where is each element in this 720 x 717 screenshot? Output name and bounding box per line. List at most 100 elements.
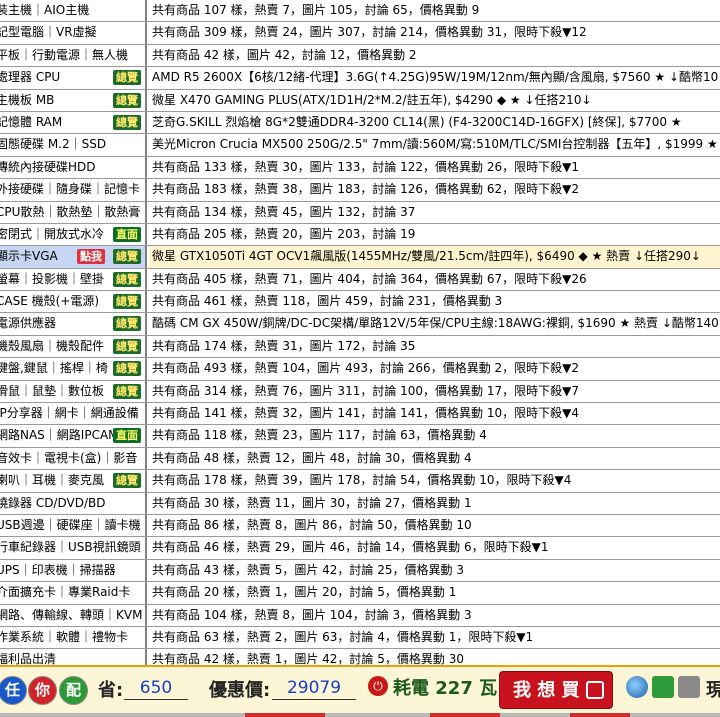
category-label[interactable]: USB週邊｜硬碟座｜讀卡機 (0, 514, 147, 537)
category-row[interactable]: 機殼風扇｜機殼配件 總覽 共有商品 174 樣，熱賣 31，圖片 172，討論 35 (0, 335, 720, 359)
overview-tag[interactable]: 總覽 (113, 114, 141, 130)
category-summary[interactable]: 共有商品 178 樣，熱賣 39，圖片 178，討論 54，價格異動 10，限時… (149, 470, 720, 491)
category-label[interactable]: 電源供應器 總覽 (0, 313, 147, 335)
category-row[interactable]: 固態硬碟 M.2｜SSD 美光Micron Crucia MX500 250G/2… (0, 134, 720, 157)
category-row[interactable]: 平板｜行動電源｜無人機 共有商品 42 樣，圖片 42，討論 12，價格異動 2 (0, 44, 720, 68)
category-label[interactable]: 平板｜行動電源｜無人機 (0, 44, 147, 67)
category-summary[interactable]: 共有商品 493 樣，熱賣 104，圖片 493，討論 266，價格異動 2，限… (149, 358, 720, 379)
category-label[interactable]: 燒錄器 CD/DVD/BD (0, 492, 147, 514)
print-icon[interactable] (678, 676, 700, 698)
category-summary[interactable]: 微星 GTX1050Ti 4GT OCV1飆風版(1455MHz/雙風/21.5… (149, 246, 720, 268)
overview-tag[interactable]: 總覽 (113, 271, 141, 287)
category-label[interactable]: 機殼風扇｜機殼配件 總覽 (0, 335, 147, 358)
category-summary[interactable]: 共有商品 134 樣，熱賣 45，圖片 132，討論 37 (149, 202, 720, 223)
category-row[interactable]: CPU散熱｜散熱墊｜散熱膏 共有商品 134 樣，熱賣 45，圖片 132，討論 … (0, 201, 720, 224)
category-summary[interactable]: 共有商品 183 樣，熱賣 38，圖片 183，討論 126，價格異動 62，限… (149, 179, 720, 200)
overview-tag[interactable]: 總覽 (113, 92, 141, 108)
category-label[interactable]: 網路、傳輸線、轉頭｜KVM (0, 604, 147, 626)
category-label[interactable]: 作業系統｜軟體｜禮物卡 (0, 626, 147, 649)
category-row[interactable]: 電源供應器 總覽 酷碼 CM GX 450W/銅牌/DC-DC架構/單路12V/5年… (0, 313, 720, 336)
category-label[interactable]: 喇叭｜耳機｜麥克風 總覽 (0, 470, 147, 492)
category-label[interactable]: 主機板 MB 總覽 (0, 89, 147, 111)
category-row[interactable]: 網路、傳輸線、轉頭｜KVM 共有商品 104 樣，熱賣 8，圖片 104，討論 3… (0, 604, 720, 627)
overview-tag[interactable]: 總覽 (113, 383, 141, 399)
category-row[interactable]: 介面擴充卡｜專業Raid卡 共有商品 20 樣，熱賣 1，圖片 20，討論 5，價… (0, 582, 720, 605)
category-label[interactable]: 裝主機｜AIO主機 (0, 0, 147, 22)
category-label[interactable]: IP分享器｜網卡｜網通設備 (0, 403, 147, 425)
category-row[interactable]: 主機板 MB 總覽 微星 X470 GAMING PLUS(ATX/1D1H/2*M… (0, 89, 720, 112)
category-summary[interactable]: 微星 X470 GAMING PLUS(ATX/1D1H/2*M.2/註五年),… (149, 90, 720, 111)
category-summary[interactable]: 共有商品 107 樣，熱賣 7，圖片 105，討論 65，價格異動 9 (149, 0, 720, 21)
globe-icon[interactable] (626, 676, 648, 698)
category-row[interactable]: 螢幕｜投影機｜壁掛 總覽 共有商品 405 樣，熱賣 71，圖片 404，討論 36… (0, 268, 720, 292)
category-summary[interactable]: 美光Micron Crucia MX500 250G/2.5" 7mm/讀:56… (149, 134, 720, 155)
category-summary[interactable]: 共有商品 30 樣，熱賣 11，圖片 30，討論 27，價格異動 1 (149, 493, 720, 514)
category-row[interactable]: 喇叭｜耳機｜麥克風 總覽 共有商品 178 樣，熱賣 39，圖片 178，討論 54… (0, 470, 720, 493)
category-label[interactable]: CPU散熱｜散熱墊｜散熱膏 (0, 201, 147, 223)
overview-tag[interactable]: 總覽 (113, 361, 141, 377)
category-label[interactable]: 記憶體 RAM 總覽 (0, 111, 147, 134)
ren-button[interactable]: 任 (0, 676, 27, 705)
category-label[interactable]: 介面擴充卡｜專業Raid卡 (0, 582, 147, 604)
buy-button[interactable]: 我 想 買 (499, 671, 613, 709)
category-label[interactable]: 處理器 CPU 總覽 (0, 67, 147, 89)
category-summary[interactable]: AMD R5 2600X【6核/12緒-代理】3.6G(↑4.25G)95W/1… (149, 67, 720, 88)
category-row[interactable]: 記型電腦｜VR虛擬 共有商品 309 樣，熱賣 24，圖片 307，討論 214，… (0, 22, 720, 45)
category-summary[interactable]: 共有商品 405 樣，熱賣 71，圖片 404，討論 364，價格異動 67，限… (149, 269, 720, 290)
category-summary[interactable]: 共有商品 461 樣，熱賣 118，圖片 459，討論 231，價格異動 3 (149, 291, 720, 312)
category-summary[interactable]: 共有商品 141 樣，熱賣 32，圖片 141，討論 141，價格異動 10，限… (149, 403, 720, 424)
overview-tag[interactable]: 直面 (113, 428, 141, 444)
click-me-badge[interactable]: 點我 (77, 249, 105, 265)
category-label[interactable]: 網路NAS｜網路IPCAM 直面 (0, 425, 147, 447)
category-row[interactable]: CASE 機殼(+電源) 總覽 共有商品 461 樣，熱賣 118，圖片 459，討… (0, 291, 720, 314)
category-summary[interactable]: 共有商品 309 樣，熱賣 24，圖片 307，討論 214，價格異動 31，限… (149, 22, 720, 43)
category-row[interactable]: 鍵盤,鍵鼠｜搖桿｜椅 總覽 共有商品 493 樣，熱賣 104，圖片 493，討論 … (0, 358, 720, 381)
category-row[interactable]: UPS｜印表機｜掃描器 共有商品 43 樣，熱賣 5，圖片 42，討論 25，價格… (0, 559, 720, 583)
category-label[interactable]: 密閉式｜開放式水冷 直面 (0, 223, 147, 246)
category-label[interactable]: 固態硬碟 M.2｜SSD (0, 134, 147, 156)
category-label[interactable]: 螢幕｜投影機｜壁掛 總覽 (0, 268, 147, 291)
category-row[interactable]: 燒錄器 CD/DVD/BD 共有商品 30 樣，熱賣 11，圖片 30，討論 27… (0, 492, 720, 515)
pei-button[interactable]: 配 (59, 676, 88, 705)
category-label[interactable]: 滑鼠｜鼠墊｜數位板 總覽 (0, 380, 147, 403)
overview-tag[interactable]: 總覽 (113, 316, 141, 332)
category-summary[interactable]: 共有商品 48 樣，熱賣 12，圖片 48，討論 30，價格異動 4 (149, 448, 720, 469)
overview-tag[interactable]: 總覽 (113, 338, 141, 354)
category-row[interactable]: 作業系統｜軟體｜禮物卡 共有商品 63 樣，熱賣 2，圖片 63，討論 4，價格異… (0, 626, 720, 650)
category-row[interactable]: 行車紀錄器｜USB視訊鏡頭 共有商品 46 樣，熱賣 29，圖片 46，討論 14… (0, 537, 720, 560)
category-row[interactable]: IP分享器｜網卡｜網通設備 共有商品 141 樣，熱賣 32，圖片 141，討論 … (0, 403, 720, 426)
category-summary[interactable]: 共有商品 118 樣，熱賣 23，圖片 117，討論 63，價格異動 4 (149, 425, 720, 446)
category-summary[interactable]: 共有商品 46 樣，熱賣 29，圖片 46，討論 14，價格異動 6，限時下殺▼… (149, 537, 720, 558)
category-summary[interactable]: 共有商品 43 樣，熱賣 5，圖片 42，討論 25，價格異動 3 (149, 560, 720, 581)
excel-icon[interactable] (652, 676, 674, 698)
category-label[interactable]: 記型電腦｜VR虛擬 (0, 22, 147, 44)
category-summary[interactable]: 芝奇G.SKILL 烈焰槍 8G*2雙通DDR4-3200 CL14(黑) (F… (149, 112, 720, 133)
page-scrollbar[interactable] (0, 713, 720, 717)
category-row[interactable]: 記憶體 RAM 總覽 芝奇G.SKILL 烈焰槍 8G*2雙通DDR4-3200 C… (0, 111, 720, 135)
category-label[interactable]: 行車紀錄器｜USB視訊鏡頭 (0, 537, 147, 559)
overview-tag[interactable]: 總覽 (113, 249, 141, 265)
category-row[interactable]: 滑鼠｜鼠墊｜數位板 總覽 共有商品 314 樣，熱賣 76，圖片 311，討論 10… (0, 380, 720, 404)
category-row[interactable]: 傳統內接硬碟HDD 共有商品 133 樣，熱賣 30，圖片 133，討論 122，… (0, 156, 720, 180)
overview-tag[interactable]: 總覽 (113, 294, 141, 310)
category-label[interactable]: 傳統內接硬碟HDD (0, 156, 147, 179)
category-label[interactable]: 外接硬碟｜隨身碟｜記憶卡 (0, 179, 147, 201)
category-summary[interactable]: 共有商品 314 樣，熱賣 76，圖片 311，討論 100，價格異動 17，限… (149, 381, 720, 402)
category-summary[interactable]: 共有商品 63 樣，熱賣 2，圖片 63，討論 4，價格異動 1，限時下殺▼1 (149, 627, 720, 648)
category-summary[interactable]: 共有商品 205 樣，熱賣 20，圖片 203，討論 19 (149, 224, 720, 245)
overview-tag[interactable]: 總覽 (113, 70, 141, 86)
category-summary[interactable]: 共有商品 104 樣，熱賣 8，圖片 104，討論 3，價格異動 3 (149, 605, 720, 626)
category-label[interactable]: UPS｜印表機｜掃描器 (0, 559, 147, 582)
category-summary[interactable]: 共有商品 20 樣，熱賣 1，圖片 20，討論 5，價格異動 1 (149, 582, 720, 603)
overview-tag[interactable]: 直面 (113, 226, 141, 242)
category-summary[interactable]: 共有商品 174 樣，熱賣 31，圖片 172，討論 35 (149, 336, 720, 357)
category-summary[interactable]: 共有商品 86 樣，熱賣 8，圖片 86，討論 50，價格異動 10 (149, 515, 720, 536)
category-label[interactable]: CASE 機殼(+電源) 總覽 (0, 291, 147, 313)
category-row[interactable]: 裝主機｜AIO主機 共有商品 107 樣，熱賣 7，圖片 105，討論 65，價格… (0, 0, 720, 23)
category-row[interactable]: USB週邊｜硬碟座｜讀卡機 共有商品 86 樣，熱賣 8，圖片 86，討論 50，… (0, 514, 720, 538)
category-label[interactable]: 鍵盤,鍵鼠｜搖桿｜椅 總覽 (0, 358, 147, 380)
category-row[interactable]: 網路NAS｜網路IPCAM 直面 共有商品 118 樣，熱賣 23，圖片 117，討… (0, 425, 720, 448)
category-summary[interactable]: 共有商品 42 樣，圖片 42，討論 12，價格異動 2 (149, 45, 720, 66)
category-label[interactable]: 顯示卡VGA 點我 總覽 (0, 246, 147, 268)
category-row[interactable]: 密閉式｜開放式水冷 直面 共有商品 205 樣，熱賣 20，圖片 203，討論 19 (0, 223, 720, 247)
